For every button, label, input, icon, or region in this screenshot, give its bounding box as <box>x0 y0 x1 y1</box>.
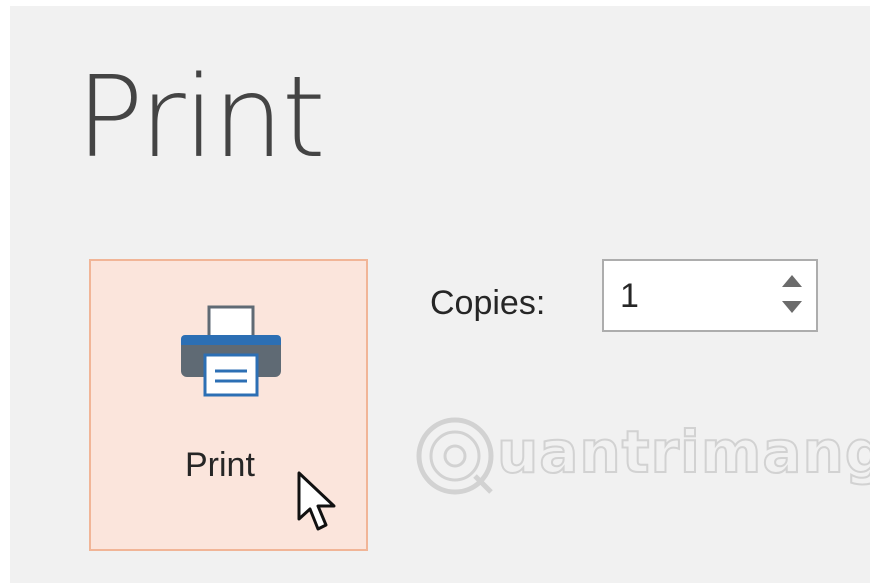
watermark-emblem-icon <box>416 417 494 495</box>
watermark-logo: uantrimang <box>413 404 870 504</box>
spin-down-icon[interactable] <box>780 299 804 315</box>
copies-spinbox[interactable]: 1 <box>602 259 818 332</box>
mouse-cursor-icon <box>297 471 336 531</box>
copies-value[interactable]: 1 <box>620 277 639 316</box>
print-button[interactable]: Print <box>89 259 368 551</box>
page-title: Print <box>76 53 326 183</box>
spin-up-icon[interactable] <box>780 273 804 289</box>
printer-icon <box>181 305 281 397</box>
watermark-text: uantrimang <box>496 417 870 487</box>
print-panel: Print Print Copies: 1 uantrimang <box>10 6 870 583</box>
copies-label: Copies: <box>430 284 546 322</box>
